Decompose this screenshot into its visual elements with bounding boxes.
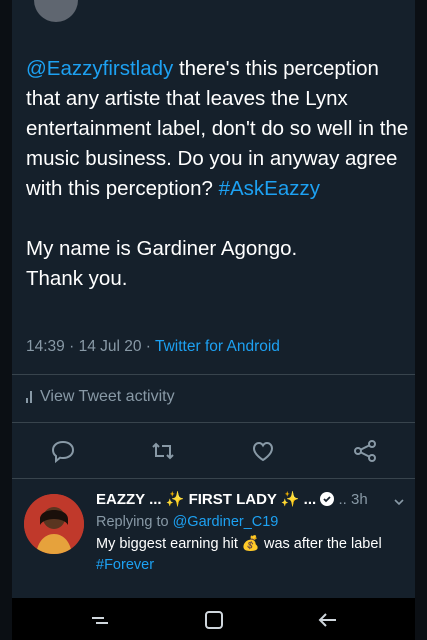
back-icon[interactable]	[316, 610, 340, 630]
divider	[12, 478, 415, 479]
reply-author[interactable]: EAZZY ... ✨ FIRST LADY ✨ ...	[96, 491, 316, 508]
mention-link[interactable]: @Eazzyfirstlady	[26, 57, 173, 80]
android-nav-bar	[12, 598, 415, 640]
replying-prefix: Replying to	[96, 514, 173, 530]
tweet-date: 14 Jul 20	[78, 338, 142, 355]
retweet-icon[interactable]	[148, 436, 178, 466]
tweet-meta: 14:39 · 14 Jul 20 · Twitter for Android	[26, 338, 280, 355]
tweet-detail-screen: @Eazzyfirstlady there's this perception …	[12, 0, 415, 640]
tweet-time: 14:39	[26, 338, 65, 355]
divider	[12, 422, 415, 423]
reply-text-part-2: was after the label	[259, 536, 382, 552]
tweet-closing: My name is Gardiner Agongo. Thank you.	[26, 234, 411, 294]
reply-icon[interactable]	[48, 436, 78, 466]
recent-apps-icon[interactable]	[88, 610, 112, 630]
reply-text: My biggest earning hit 💰 was after the l…	[96, 534, 396, 576]
reply-header: EAZZY ... ✨ FIRST LADY ✨ ... .. 3h	[96, 491, 368, 510]
reply-time: 3h	[351, 491, 368, 508]
replying-handle-link[interactable]: @Gardiner_C19	[173, 514, 279, 530]
tweet-paragraph: @Eazzyfirstlady there's this perception …	[26, 54, 411, 204]
reply-tweet[interactable]: EAZZY ... ✨ FIRST LADY ✨ ... .. 3h Reply…	[12, 488, 415, 590]
analytics-icon	[26, 391, 32, 403]
view-activity-button[interactable]: View Tweet activity	[26, 388, 175, 406]
top-bar	[12, 0, 415, 28]
hashtag-link[interactable]: #AskEazzy	[219, 177, 320, 200]
chevron-down-icon[interactable]	[393, 494, 405, 512]
share-icon[interactable]	[350, 436, 380, 466]
reply-avatar[interactable]	[24, 494, 84, 554]
closing-line-2: Thank you.	[26, 267, 128, 290]
activity-label: View Tweet activity	[40, 388, 175, 405]
author-avatar[interactable]	[34, 0, 78, 22]
screen-edge-right	[415, 0, 427, 640]
home-icon[interactable]	[202, 610, 226, 630]
closing-line-1: My name is Gardiner Agongo.	[26, 237, 298, 260]
replying-to: Replying to @Gardiner_C19	[96, 514, 278, 530]
screen-edge-left	[0, 0, 12, 640]
verified-icon	[320, 492, 335, 510]
money-bag-icon: 💰	[241, 536, 260, 552]
like-icon[interactable]	[248, 436, 278, 466]
reply-hashtag-link[interactable]: #Forever	[96, 557, 154, 573]
tweet-actions	[12, 436, 415, 472]
tweet-text: @Eazzyfirstlady there's this perception …	[26, 54, 411, 294]
reply-text-part-1: My biggest earning hit	[96, 536, 242, 552]
tweet-source-link[interactable]: Twitter for Android	[155, 338, 280, 355]
divider	[12, 374, 415, 375]
